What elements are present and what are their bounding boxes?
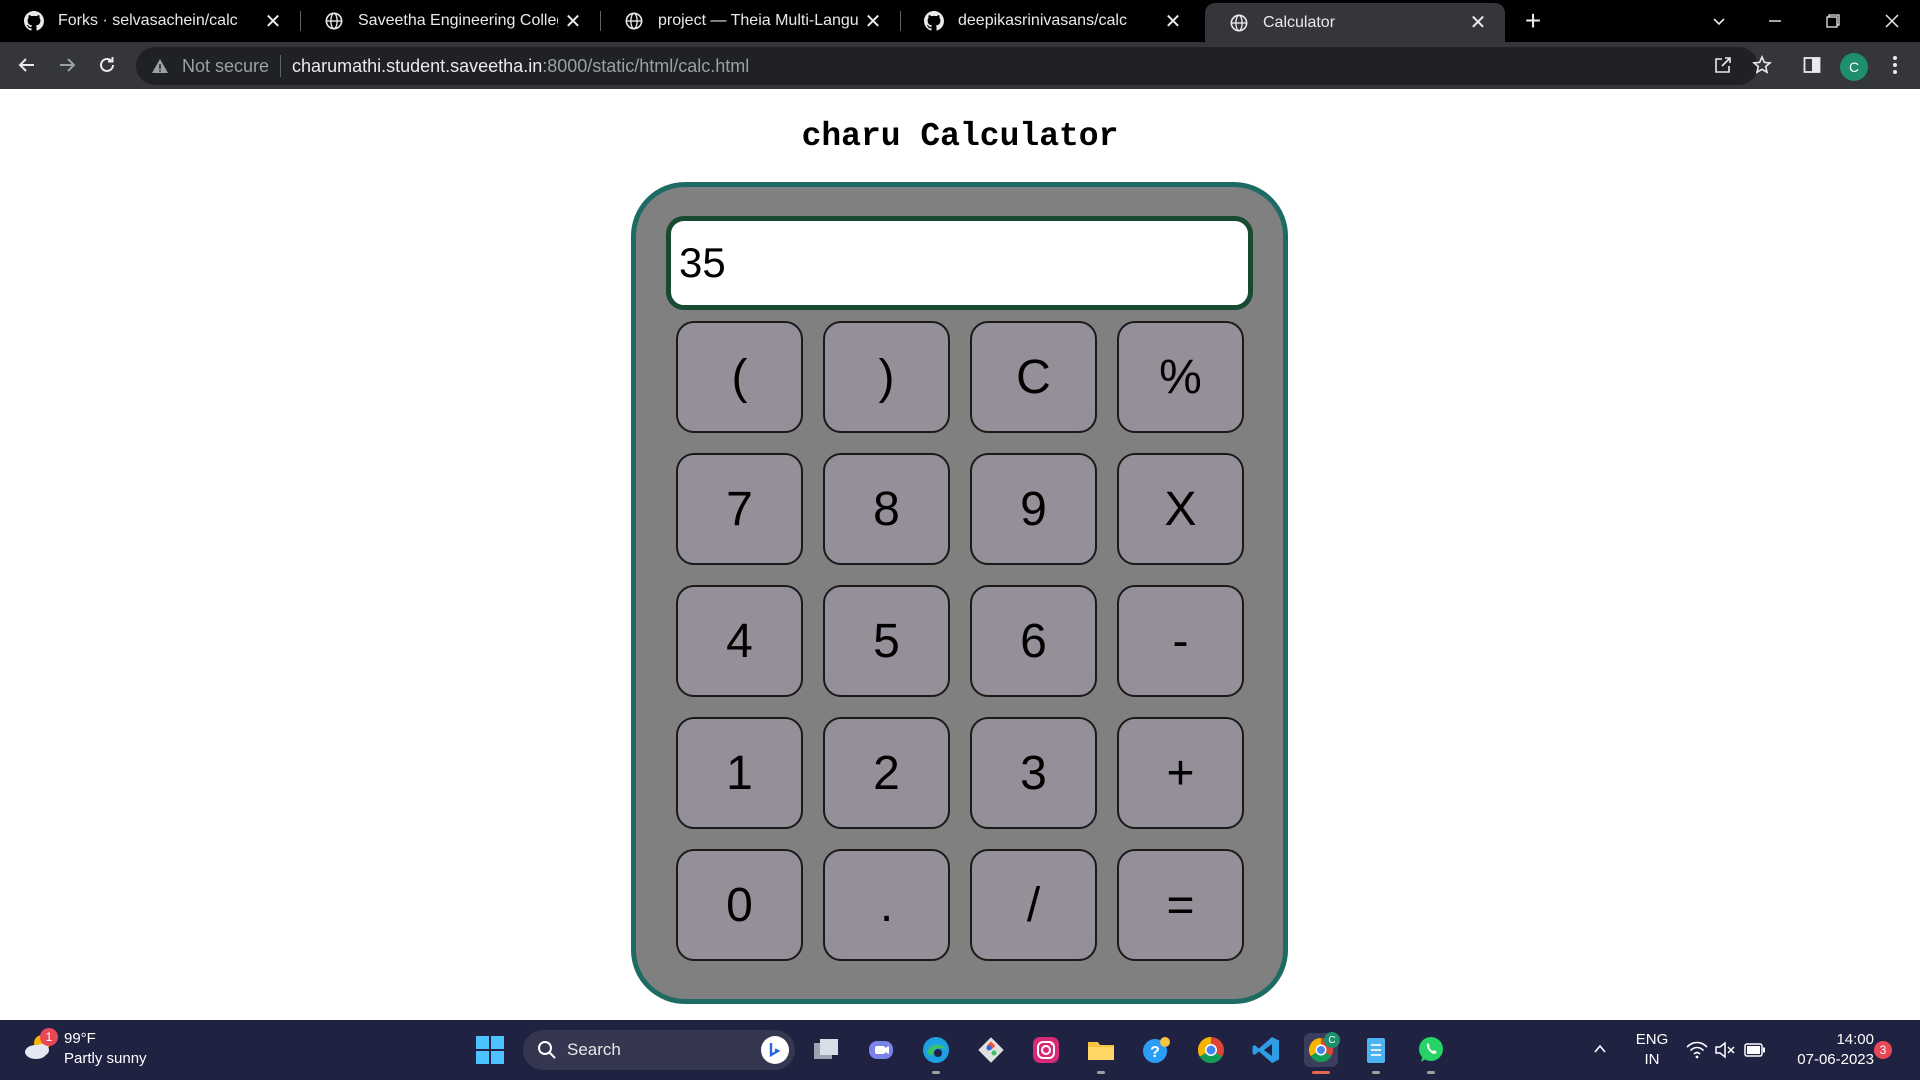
key-open-paren-button[interactable]: ( bbox=[676, 321, 803, 433]
close-icon[interactable]: ✕ bbox=[558, 6, 588, 36]
task-view-icon[interactable] bbox=[809, 1033, 843, 1067]
chrome-profile-badge: C bbox=[1324, 1032, 1340, 1048]
file-explorer-icon[interactable] bbox=[1084, 1033, 1118, 1067]
taskbar bbox=[0, 1020, 1920, 1080]
key-clear-button[interactable]: C bbox=[970, 321, 1097, 433]
bookmark-star-icon[interactable] bbox=[1749, 52, 1775, 78]
globe-icon bbox=[324, 11, 344, 31]
key-9-button[interactable]: 9 bbox=[970, 453, 1097, 565]
wifi-icon[interactable] bbox=[1683, 1036, 1711, 1064]
git-app-icon[interactable] bbox=[974, 1033, 1008, 1067]
running-indicator bbox=[1312, 1071, 1330, 1074]
key-percent-button[interactable]: % bbox=[1117, 321, 1244, 433]
key-3-button[interactable]: 3 bbox=[970, 717, 1097, 829]
tab-saveetha[interactable]: Saveetha Engineering College ✕ bbox=[300, 0, 600, 42]
address-divider bbox=[280, 55, 282, 77]
key-1-button[interactable]: 1 bbox=[676, 717, 803, 829]
restore-button[interactable] bbox=[1805, 0, 1861, 42]
key-7-button[interactable]: 7 bbox=[676, 453, 803, 565]
tab-title: Calculator bbox=[1263, 13, 1336, 31]
key-plus-button[interactable]: + bbox=[1117, 717, 1244, 829]
svg-text:?: ? bbox=[1150, 1044, 1160, 1061]
running-indicator bbox=[1427, 1071, 1435, 1074]
globe-icon bbox=[1229, 13, 1249, 33]
tab-deepika-calc[interactable]: deepikasrinivasans/calc ✕ bbox=[900, 0, 1200, 42]
tab-calculator[interactable]: Calculator ✕ bbox=[1205, 3, 1505, 42]
calculator-display[interactable]: 35 bbox=[666, 216, 1253, 310]
back-button[interactable] bbox=[10, 48, 44, 82]
tab-strip: Forks · selvasachein/calc ✕ Saveetha Eng… bbox=[0, 0, 1920, 42]
warning-icon[interactable] bbox=[150, 56, 170, 76]
instagram-icon[interactable] bbox=[1029, 1033, 1063, 1067]
security-label[interactable]: Not secure bbox=[182, 56, 269, 77]
tab-title: project — Theia Multi-Language bbox=[658, 12, 858, 29]
close-icon[interactable]: ✕ bbox=[1463, 8, 1493, 38]
key-2-button[interactable]: 2 bbox=[823, 717, 950, 829]
menu-kebab-icon[interactable] bbox=[1882, 52, 1908, 78]
url-host[interactable]: charumathi.student.saveetha.in bbox=[292, 56, 542, 77]
key-0-button[interactable]: 0 bbox=[676, 849, 803, 961]
running-indicator bbox=[1372, 1071, 1380, 1074]
chrome-icon[interactable] bbox=[1194, 1033, 1228, 1067]
key-divide-button[interactable]: / bbox=[970, 849, 1097, 961]
tab-title: Saveetha Engineering College bbox=[358, 12, 558, 29]
reload-button[interactable] bbox=[90, 48, 124, 82]
share-icon[interactable] bbox=[1710, 52, 1736, 78]
tab-title: deepikasrinivasans/calc bbox=[958, 12, 1127, 29]
tab-forks[interactable]: Forks · selvasachein/calc ✕ bbox=[0, 0, 300, 42]
key-decimal-button[interactable]: . bbox=[823, 849, 950, 961]
tab-project-theia[interactable]: project — Theia Multi-Language ✕ bbox=[600, 0, 900, 42]
key-close-paren-button[interactable]: ) bbox=[823, 321, 950, 433]
close-window-button[interactable] bbox=[1864, 0, 1920, 42]
volume-muted-icon[interactable] bbox=[1711, 1036, 1739, 1064]
chevron-up-icon[interactable] bbox=[1585, 1034, 1615, 1064]
running-indicator bbox=[1097, 1071, 1105, 1074]
github-icon bbox=[24, 11, 44, 31]
new-tab-button[interactable]: + bbox=[1518, 5, 1548, 36]
teams-chat-icon[interactable] bbox=[864, 1033, 898, 1067]
edge-icon[interactable] bbox=[919, 1033, 953, 1067]
weather-badge: 1 bbox=[40, 1028, 58, 1046]
close-icon[interactable]: ✕ bbox=[858, 6, 888, 36]
key-multiply-button[interactable]: X bbox=[1117, 453, 1244, 565]
tab-search-chevron-icon[interactable] bbox=[1691, 0, 1747, 42]
github-icon bbox=[924, 11, 944, 31]
vscode-icon[interactable] bbox=[1249, 1033, 1283, 1067]
key-8-button[interactable]: 8 bbox=[823, 453, 950, 565]
bing-icon[interactable] bbox=[761, 1036, 789, 1064]
notepad-icon[interactable] bbox=[1359, 1033, 1393, 1067]
side-panel-icon[interactable] bbox=[1799, 52, 1825, 78]
key-6-button[interactable]: 6 bbox=[970, 585, 1097, 697]
search-label: Search bbox=[567, 1040, 621, 1059]
get-help-icon[interactable]: ? bbox=[1139, 1033, 1173, 1067]
close-icon[interactable]: ✕ bbox=[258, 6, 288, 36]
taskbar-search[interactable]: Search bbox=[523, 1030, 795, 1070]
url-path[interactable]: :8000/static/html/calc.html bbox=[542, 56, 749, 77]
language-code[interactable]: ENG bbox=[1630, 1031, 1674, 1048]
running-indicator bbox=[932, 1071, 940, 1074]
whatsapp-icon[interactable] bbox=[1414, 1033, 1448, 1067]
key-minus-button[interactable]: - bbox=[1117, 585, 1244, 697]
search-icon bbox=[537, 1040, 557, 1060]
key-4-button[interactable]: 4 bbox=[676, 585, 803, 697]
weather-description[interactable]: Partly sunny bbox=[64, 1050, 147, 1067]
battery-icon[interactable] bbox=[1741, 1036, 1769, 1064]
address-bar[interactable]: Not secure charumathi.student.saveetha.i… bbox=[136, 47, 1758, 85]
key-equals-button[interactable]: = bbox=[1117, 849, 1244, 961]
forward-button[interactable] bbox=[50, 48, 84, 82]
notification-badge[interactable]: 3 bbox=[1874, 1041, 1892, 1059]
close-icon[interactable]: ✕ bbox=[1158, 6, 1188, 36]
key-5-button[interactable]: 5 bbox=[823, 585, 950, 697]
profile-avatar[interactable]: C bbox=[1840, 53, 1868, 81]
globe-icon bbox=[624, 11, 644, 31]
browser-toolbar: Not secure charumathi.student.saveetha.i… bbox=[0, 42, 1920, 89]
weather-temperature[interactable]: 99°F bbox=[64, 1030, 96, 1047]
page-title: charu Calculator bbox=[801, 118, 1119, 155]
minimize-button[interactable] bbox=[1747, 0, 1803, 42]
language-region[interactable]: IN bbox=[1630, 1051, 1674, 1068]
tab-title: Forks · selvasachein/calc bbox=[58, 12, 238, 29]
windows-start-icon[interactable] bbox=[473, 1033, 507, 1067]
